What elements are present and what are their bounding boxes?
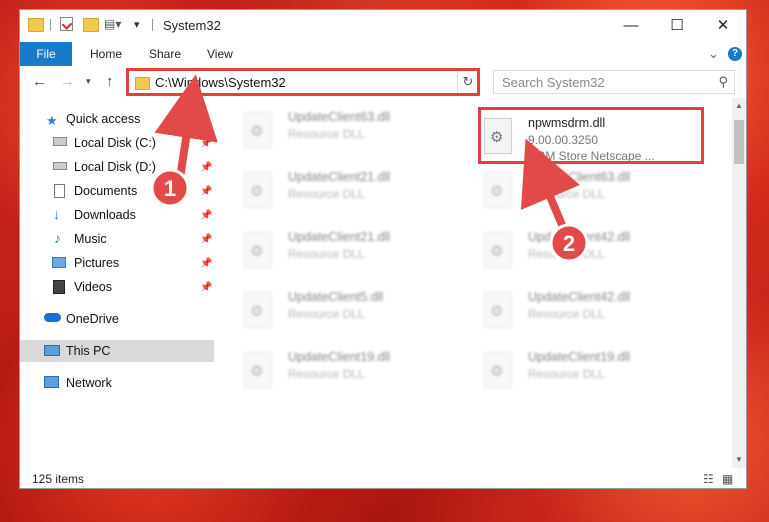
cloud-icon [44,313,61,322]
pin-icon[interactable]: 📌 [200,282,212,293]
videos-icon [53,280,65,294]
maximize-button[interactable]: ☐ [654,10,700,40]
computer-icon [44,345,60,356]
status-bar: 125 items ☷ ▦ [20,468,746,488]
network-icon [44,376,59,388]
recent-locations-icon[interactable]: ▾ [86,76,91,87]
navigation-bar: ← → ▾ ↑ C:\Windows\System32 ▾ ↻ Search S… [20,67,746,97]
star-icon: ★ [46,113,58,128]
back-arrow-icon[interactable]: ← [32,73,47,90]
item-count: 125 items [32,472,85,486]
dll-file-icon: ⚙ [484,352,512,388]
up-arrow-icon[interactable]: ↑ [106,73,114,90]
close-button[interactable]: ✕ [700,10,746,40]
new-folder-icon[interactable] [83,18,99,32]
list-item[interactable]: ⚙ UpdateClient63.dll Resource DLL [478,168,708,216]
music-icon: ♪ [54,230,61,246]
search-icon: ⚲ [718,74,728,89]
dll-file-icon: ⚙ [244,352,272,388]
documents-icon [54,184,65,198]
scroll-down-icon[interactable]: ▼ [732,452,746,468]
sidebar-item-network[interactable]: Network [20,372,214,394]
dll-file-icon: ⚙ [244,172,272,208]
drive-icon [53,137,67,146]
customize-toolbar-icon[interactable]: ▾ [134,18,140,31]
sidebar-item-this-pc[interactable]: This PC [20,340,214,362]
sidebar-item-local-disk-c[interactable]: Local Disk (C:) 📌 [20,132,214,154]
explorer-window: ▤▾ ▾ System32 — ☐ ✕ File Home Share View… [19,9,747,489]
dll-file-icon: ⚙ [484,292,512,328]
file-highlight-box [478,107,704,164]
minimize-button[interactable]: — [608,10,654,40]
vertical-scrollbar[interactable]: ▲ ▼ [732,98,746,468]
downloads-icon: ↓ [53,206,60,222]
ribbon-collapse-icon[interactable]: ⌄ [708,42,719,66]
list-item[interactable]: ⚙ UpdateClient5.dll Resource DLL [238,288,468,336]
drive-icon [53,162,67,170]
pin-icon[interactable]: 📌 [200,258,212,269]
address-highlight-box [126,68,480,96]
dll-file-icon: ⚙ [244,232,272,268]
pin-icon[interactable]: 📌 [200,210,212,221]
sidebar-item-local-disk-d[interactable]: Local Disk (D:) 📌 [20,156,214,178]
dll-file-icon: ⚙ [244,112,272,148]
sidebar-item-videos[interactable]: Videos 📌 [20,276,214,298]
dll-file-icon: ⚙ [484,172,512,208]
folder-icon [28,18,44,32]
help-button[interactable]: ? [728,42,742,66]
search-input[interactable]: Search System32 ⚲ [493,70,735,94]
dll-file-icon: ⚙ [244,292,272,328]
sidebar-item-pictures[interactable]: Pictures 📌 [20,252,214,274]
sidebar-item-downloads[interactable]: ↓ Downloads 📌 [20,204,214,226]
forward-arrow-icon[interactable]: → [60,73,75,90]
tab-file[interactable]: File [20,42,72,66]
scrollbar-thumb[interactable] [734,120,744,164]
list-item[interactable]: ⚙ UpdateClient42.dll Resource DLL [478,288,708,336]
sidebar-item-quick-access[interactable]: ★ Quick access [20,108,214,130]
title-bar: ▤▾ ▾ System32 — ☐ ✕ [20,10,746,42]
help-icon: ? [728,47,742,61]
pin-icon[interactable]: 📌 [200,234,212,245]
tab-share[interactable]: Share [149,42,181,66]
tab-view[interactable]: View [207,42,233,66]
pin-icon[interactable]: 📌 [200,186,212,197]
list-item[interactable]: ⚙ UpdateClient21.dll Resource DLL [238,228,468,276]
scroll-up-icon[interactable]: ▲ [732,98,746,114]
list-item[interactable]: ⚙ UpdateClient19.dll Resource DLL [238,348,468,396]
pin-icon[interactable]: 📌 [200,162,212,173]
pictures-icon [52,257,66,268]
tab-home[interactable]: Home [90,42,122,66]
sidebar-item-onedrive[interactable]: OneDrive [20,308,214,330]
properties-icon[interactable] [60,17,73,31]
details-view-icon[interactable]: ☷ [703,472,714,486]
sidebar-item-documents[interactable]: Documents 📌 [20,180,214,202]
window-title: System32 [163,18,221,33]
ribbon: File Home Share View ⌄ ? [20,42,746,66]
list-item[interactable]: ⚙ UpdateClient19.dll Resource DLL [478,348,708,396]
sidebar-item-music[interactable]: ♪ Music 📌 [20,228,214,250]
separator [50,19,51,31]
separator [152,19,153,31]
large-icons-view-icon[interactable]: ▦ [722,472,733,486]
pin-icon[interactable]: 📌 [200,138,212,149]
dll-file-icon: ⚙ [484,232,512,268]
quick-access-toolbar-icon[interactable]: ▤▾ [104,17,121,31]
list-item[interactable]: ⚙ UpdateClient21.dll Resource DLL [238,168,468,216]
search-placeholder: Search System32 [502,75,605,90]
navigation-pane: ★ Quick access Local Disk (C:) 📌 Local D… [20,98,214,468]
list-item[interactable]: ⚙ UpdateClient42.dll Resource DLL [478,228,708,276]
list-item[interactable]: ⚙ UpdateClient63.dll Resource DLL [238,108,468,156]
